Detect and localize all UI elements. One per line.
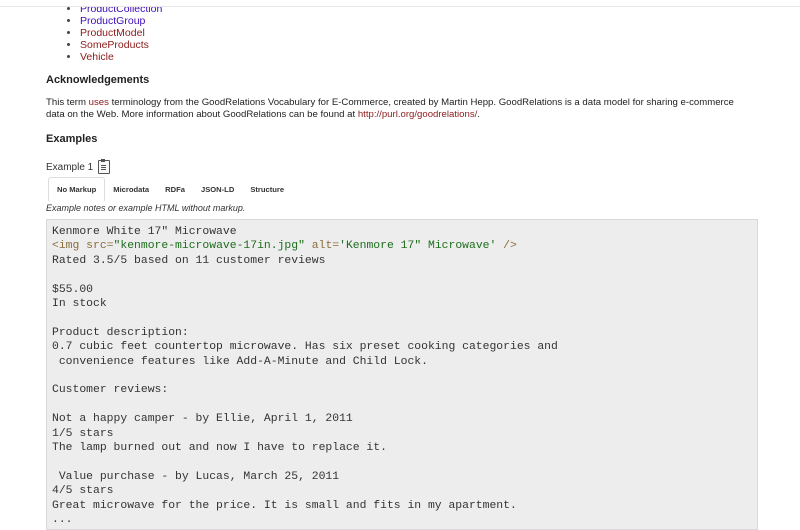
example-label: Example 1 — [46, 159, 111, 174]
clipboard-icon[interactable] — [98, 159, 111, 174]
example-code-block: Kenmore White 17" Microwave <img src="ken… — [46, 219, 758, 530]
code-token: <img src= — [52, 240, 114, 253]
tab-structure[interactable]: Structure — [242, 177, 292, 201]
code-line: The lamp burned out and now I have to re… — [52, 442, 387, 455]
tab-microdata[interactable]: Microdata — [105, 177, 157, 201]
code-line: Not a happy camper - by Ellie, April 1, … — [52, 413, 353, 426]
code-line: ​ — [52, 398, 752, 412]
list-item[interactable]: SomeProducts — [80, 39, 162, 51]
link-productgroup[interactable]: ProductGroup — [80, 15, 145, 27]
acknowledgements-heading: Acknowledgements — [46, 74, 150, 86]
tab-rdfa[interactable]: RDFa — [157, 177, 193, 201]
acknowledgements-text: This term uses terminology from the Good… — [46, 97, 751, 121]
link-vehicle[interactable]: Vehicle — [80, 51, 114, 63]
code-line: ... — [52, 514, 73, 527]
code-token: alt= — [304, 240, 340, 253]
link-someproducts[interactable]: SomeProducts — [80, 39, 149, 51]
tab-json-ld[interactable]: JSON-LD — [193, 177, 242, 201]
code-line: In stock — [52, 298, 107, 311]
code-line: Great microwave for the price. It is sma… — [52, 499, 517, 512]
ack-text-part: This term — [46, 97, 89, 108]
examples-heading: Examples — [46, 133, 98, 145]
code-line: 0.7 cubic feet countertop microwave. Has… — [52, 341, 558, 354]
list-item[interactable]: Vehicle — [80, 51, 162, 63]
example-tabs: No Markup Microdata RDFa JSON-LD Structu… — [48, 177, 292, 201]
code-line: ​ — [52, 369, 752, 383]
link-productmodel[interactable]: ProductModel — [80, 27, 145, 39]
code-line: Product description: — [52, 326, 189, 339]
code-line: Value purchase - by Lucas, March 25, 201… — [52, 470, 340, 483]
top-bar — [0, 0, 800, 7]
code-line: convenience features like Add-A-Minute a… — [52, 355, 428, 368]
goodrelations-link[interactable]: http://purl.org/goodrelations/ — [358, 109, 477, 120]
code-line: Customer reviews: — [52, 384, 169, 397]
list-item[interactable]: ProductModel — [80, 27, 162, 39]
code-line: Kenmore White 17" Microwave — [52, 226, 237, 238]
example-note: Example notes or example HTML without ma… — [46, 203, 246, 213]
tab-no-markup[interactable]: No Markup — [48, 177, 106, 201]
related-types-list: ProductCollection ProductGroup ProductMo… — [46, 3, 162, 63]
code-line: 1/5 stars — [52, 427, 114, 440]
list-item[interactable]: ProductGroup — [80, 15, 162, 27]
code-line: $55.00 — [52, 283, 94, 296]
code-line: ​ — [52, 311, 752, 325]
code-token: 'Kenmore 17" Microwave' — [339, 240, 497, 253]
example-title: Example 1 — [46, 161, 94, 173]
code-token: /> — [496, 240, 517, 253]
code-line-img-tag: <img src="kenmore-microwave-17in.jpg" al… — [52, 239, 752, 253]
uses-link[interactable]: uses — [89, 97, 109, 108]
ack-text-part: . — [477, 109, 480, 120]
code-line: ​ — [52, 456, 752, 470]
code-token: "kenmore-microwave-17in.jpg" — [113, 240, 305, 253]
code-line: ​ — [52, 268, 752, 282]
code-line: Rated 3.5/5 based on 11 customer reviews — [52, 254, 326, 267]
code-line: 4/5 stars — [52, 485, 114, 498]
